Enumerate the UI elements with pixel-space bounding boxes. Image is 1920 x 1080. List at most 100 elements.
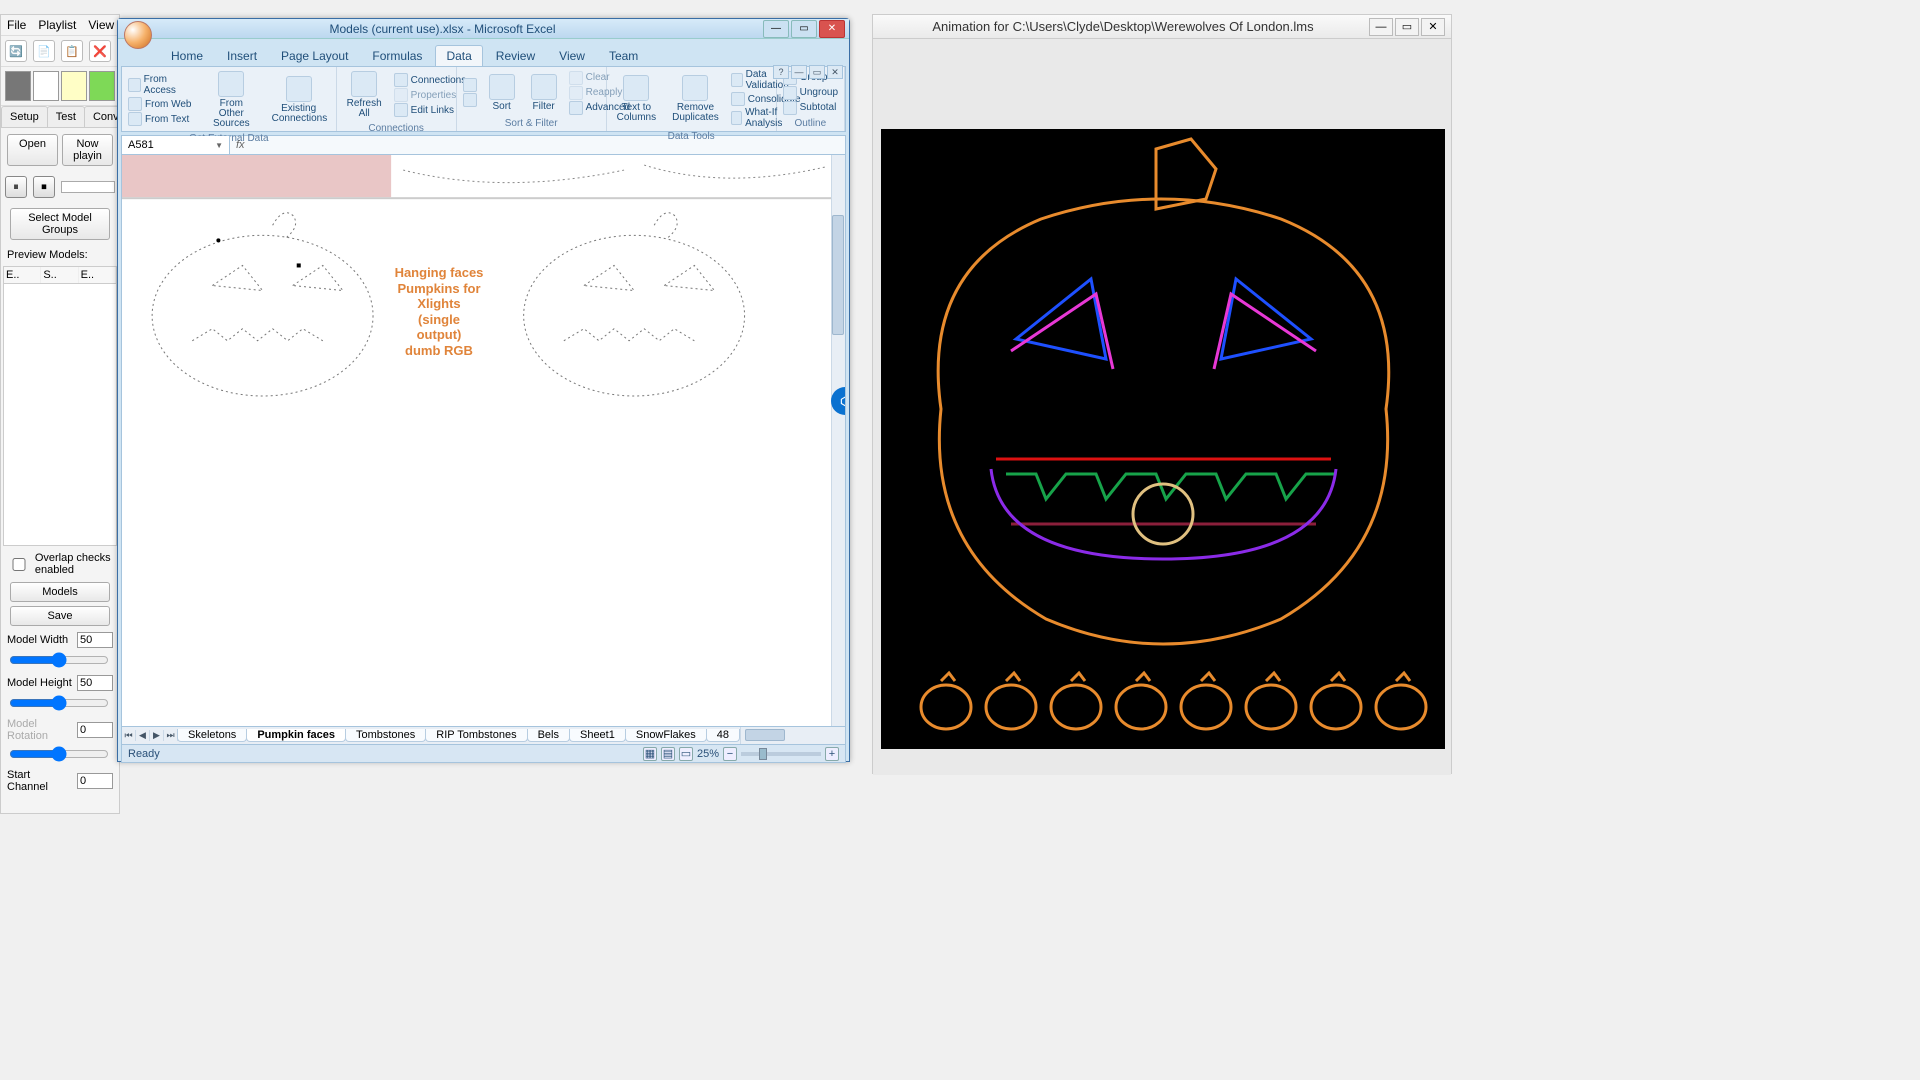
anim-minimize-button[interactable]: — xyxy=(1369,18,1393,36)
maximize-button[interactable]: ▭ xyxy=(791,20,817,38)
ribbon-home[interactable]: Home xyxy=(160,45,214,66)
pause-button[interactable]: ⏸ xyxy=(5,176,27,198)
sheet-tab-tombstones[interactable]: Tombstones xyxy=(345,729,426,742)
stop-button[interactable]: ⏹ xyxy=(33,176,55,198)
left-app-panel: File Playlist View Audi 🔄 📄 📋 ❌ Setup Te… xyxy=(0,14,120,814)
ribbon-formulas[interactable]: Formulas xyxy=(361,45,433,66)
from-other-sources-button[interactable]: From Other Sources xyxy=(201,69,262,131)
refresh-all-button[interactable]: Refresh All xyxy=(341,69,388,121)
minimize-button[interactable]: — xyxy=(763,20,789,38)
horizontal-scrollbar[interactable] xyxy=(740,727,845,744)
model-height-input[interactable] xyxy=(77,675,113,691)
model-width-slider[interactable] xyxy=(9,652,109,668)
anim-close-button[interactable]: ✕ xyxy=(1421,18,1445,36)
tab-test[interactable]: Test xyxy=(47,106,85,127)
close-button[interactable]: ✕ xyxy=(819,20,845,38)
sheet-tab-skeletons[interactable]: Skeletons xyxy=(177,729,247,742)
from-text-button[interactable]: From Text xyxy=(126,112,197,126)
col-s[interactable]: S.. xyxy=(41,267,78,283)
playback-progress[interactable] xyxy=(61,181,115,193)
wb-minimize[interactable]: — xyxy=(791,65,807,79)
view-normal-icon[interactable]: ▦ xyxy=(643,747,657,761)
view-break-icon[interactable]: ▭ xyxy=(679,747,693,761)
swatch-yellow[interactable] xyxy=(61,71,87,101)
model-height-label: Model Height xyxy=(7,677,73,689)
select-model-groups-button[interactable]: Select Model Groups xyxy=(10,208,110,240)
col-e1[interactable]: E.. xyxy=(4,267,41,283)
filter-button[interactable]: Filter xyxy=(525,72,563,114)
reapply-button: Reapply xyxy=(567,86,632,100)
ribbon-review[interactable]: Review xyxy=(485,45,546,66)
wb-close[interactable]: ✕ xyxy=(827,65,843,79)
animation-window: Animation for C:\Users\Clyde\Desktop\Wer… xyxy=(872,14,1452,774)
tab-next-button[interactable]: ▶ xyxy=(150,730,164,741)
animation-title: Animation for C:\Users\Clyde\Desktop\Wer… xyxy=(879,19,1367,34)
now-playing-button[interactable]: Now playin xyxy=(62,134,113,166)
ribbon-insert[interactable]: Insert xyxy=(216,45,268,66)
sheet-tab-48[interactable]: 48 xyxy=(706,729,740,742)
toolbar-btn-1[interactable]: 🔄 xyxy=(5,40,27,62)
anim-maximize-button[interactable]: ▭ xyxy=(1395,18,1419,36)
sheet-tab-sheet1[interactable]: Sheet1 xyxy=(569,729,626,742)
fx-icon[interactable]: fx xyxy=(230,139,251,151)
menu-playlist[interactable]: Playlist xyxy=(38,18,76,32)
col-e2[interactable]: E.. xyxy=(79,267,116,283)
swatch-green[interactable] xyxy=(89,71,115,101)
worksheet-area[interactable]: Hanging faces Pumpkins for Xlights (sing… xyxy=(121,155,846,727)
model-height-slider[interactable] xyxy=(9,695,109,711)
save-button[interactable]: Save xyxy=(10,606,110,626)
sort-filter-group-label: Sort & Filter xyxy=(461,116,602,129)
ribbon-data[interactable]: Data xyxy=(435,45,482,66)
sheet-tab-bels[interactable]: Bels xyxy=(527,729,570,742)
sheet-tab-rip-tombstones[interactable]: RIP Tombstones xyxy=(425,729,527,742)
remove-duplicates-button[interactable]: Remove Duplicates xyxy=(666,73,725,125)
ribbon-view[interactable]: View xyxy=(548,45,596,66)
toolbar-btn-2[interactable]: 📄 xyxy=(33,40,55,62)
subtotal-button[interactable]: Subtotal xyxy=(781,101,840,115)
menu-view[interactable]: View xyxy=(88,18,114,32)
existing-connections-button[interactable]: Existing Connections xyxy=(266,74,332,126)
sort-button[interactable]: Sort xyxy=(483,72,521,114)
from-web-button[interactable]: From Web xyxy=(126,97,197,111)
toolbar-btn-3[interactable]: 📋 xyxy=(61,40,83,62)
ribbon-team[interactable]: Team xyxy=(598,45,649,66)
ribbon-pagelayout[interactable]: Page Layout xyxy=(270,45,359,66)
from-access-button[interactable]: From Access xyxy=(126,74,197,96)
model-rotation-slider[interactable] xyxy=(9,746,109,762)
model-rotation-input[interactable] xyxy=(77,722,113,738)
connections-group-label: Connections xyxy=(341,121,452,134)
sheet-annotation: Hanging faces Pumpkins for Xlights (sing… xyxy=(394,265,484,359)
models-button[interactable]: Models xyxy=(10,582,110,602)
start-channel-label: Start Channel xyxy=(7,769,73,793)
overlap-label: Overlap checks enabled xyxy=(35,552,113,576)
sheet-tab-pumpkin-faces[interactable]: Pumpkin faces xyxy=(246,729,346,742)
data-tools-group-label: Data Tools xyxy=(611,129,772,142)
tab-first-button[interactable]: ⏮ xyxy=(122,730,136,741)
help-button[interactable]: ? xyxy=(773,65,789,79)
sheet-tabs-row: ⏮ ◀ ▶ ⏭ Skeletons Pumpkin faces Tombston… xyxy=(121,727,846,745)
toolbar-btn-4[interactable]: ❌ xyxy=(89,40,111,62)
start-channel-input[interactable] xyxy=(77,773,113,789)
tab-last-button[interactable]: ⏭ xyxy=(164,730,178,741)
view-layout-icon[interactable]: ▤ xyxy=(661,747,675,761)
ungroup-button[interactable]: Ungroup xyxy=(781,86,840,100)
zoom-slider[interactable] xyxy=(741,752,821,756)
zoom-out-button[interactable]: − xyxy=(723,747,737,761)
swatch-white[interactable] xyxy=(33,71,59,101)
preview-models-label: Preview Models: xyxy=(1,246,119,264)
swatch-gray[interactable] xyxy=(5,71,31,101)
model-width-input[interactable] xyxy=(77,632,113,648)
sheet-tab-snowflakes[interactable]: SnowFlakes xyxy=(625,729,707,742)
vertical-scrollbar[interactable] xyxy=(831,155,845,726)
zoom-in-button[interactable]: + xyxy=(825,747,839,761)
name-box[interactable]: A581▼ xyxy=(122,136,230,154)
wb-restore[interactable]: ▭ xyxy=(809,65,825,79)
office-button[interactable] xyxy=(124,21,152,49)
open-button[interactable]: Open xyxy=(7,134,58,166)
ribbon-tabs: Home Insert Page Layout Formulas Data Re… xyxy=(118,39,849,66)
menu-file[interactable]: File xyxy=(7,18,26,32)
tab-setup[interactable]: Setup xyxy=(1,106,48,127)
overlap-checkbox[interactable] xyxy=(7,558,31,571)
preview-models-table[interactable]: E.. S.. E.. xyxy=(3,266,117,546)
tab-prev-button[interactable]: ◀ xyxy=(136,730,150,741)
